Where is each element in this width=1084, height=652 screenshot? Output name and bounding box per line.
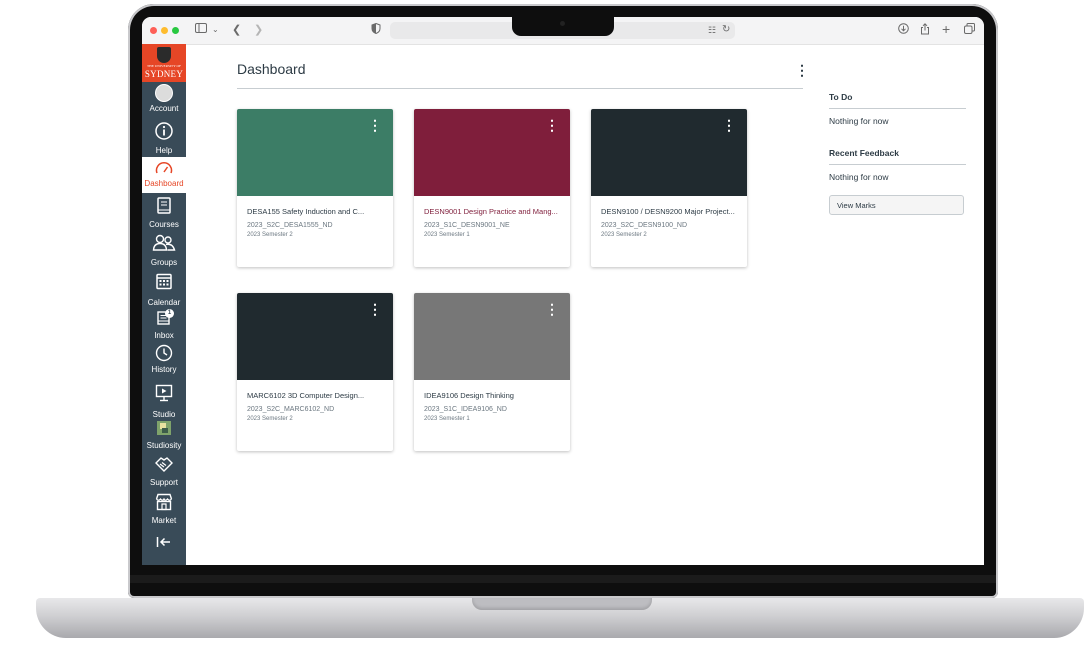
nav-support[interactable]: Support	[142, 456, 186, 492]
kebab-icon[interactable]: ⋮	[367, 302, 383, 316]
nav-support-label: Support	[149, 478, 179, 487]
crest-icon	[157, 47, 171, 63]
course-card-term: 2023 Semester 1	[424, 232, 470, 238]
nav-studiosity[interactable]: Studiosity	[142, 420, 186, 456]
university-logo[interactable]: THE UNIVERSITY OF SYDNEY	[142, 44, 186, 82]
course-card-code: 2023_S2C_MARC6102_ND	[247, 406, 335, 413]
logo-name: SYDNEY	[144, 69, 184, 79]
privacy-shield-icon[interactable]	[371, 22, 381, 38]
view-marks-button[interactable]: View Marks	[829, 195, 964, 215]
course-card-term: 2023 Semester 2	[247, 232, 293, 238]
download-icon[interactable]	[898, 23, 909, 38]
course-card-code: 2023_S2C_DESA1555_ND	[247, 222, 333, 229]
nav-account[interactable]: Account	[142, 82, 186, 117]
kebab-icon[interactable]: ⋮	[544, 302, 560, 316]
course-card[interactable]: ⋮ DESA155 Safety Induction and C... 2023…	[237, 109, 393, 267]
people-icon	[142, 234, 186, 257]
share-icon[interactable]	[920, 23, 930, 39]
todo-empty-text: Nothing for now	[829, 116, 889, 126]
handshake-icon	[142, 456, 186, 479]
nav-help[interactable]: Help	[142, 119, 186, 157]
nav-studiosity-label: Studiosity	[146, 441, 182, 450]
nav-calendar[interactable]: Calendar	[142, 270, 186, 308]
book-icon	[142, 197, 186, 220]
inbox-unread-badge: 1	[165, 309, 174, 318]
nav-dashboard[interactable]: Dashboard	[142, 157, 186, 193]
screen: ⌄ ❮ ❯ ☷ ↻ + THE UNIVERSITY OF SYDNEY Acc…	[142, 17, 984, 565]
camera-notch	[512, 17, 614, 36]
nav-history[interactable]: History	[142, 344, 186, 378]
nav-inbox[interactable]: 1 Inbox	[142, 309, 186, 343]
nav-history-label: History	[151, 365, 177, 374]
store-icon	[142, 493, 186, 516]
course-card[interactable]: ⋮ DESN9100 / DESN9200 Major Project... 2…	[591, 109, 747, 267]
nav-market[interactable]: Market	[142, 493, 186, 530]
course-card-term: 2023 Semester 2	[247, 416, 293, 422]
title-divider	[237, 88, 803, 89]
global-navigation: THE UNIVERSITY OF SYDNEY Account Help Da…	[142, 44, 186, 565]
zoom-window-button[interactable]	[172, 27, 179, 34]
course-card-code: 2023_S1C_DESN9001_NE	[424, 222, 510, 229]
user-avatar-icon	[155, 84, 173, 102]
course-card[interactable]: ⋮ DESN9001 Design Practice and Mang... 2…	[414, 109, 570, 267]
minimize-window-button[interactable]	[161, 27, 168, 34]
todo-heading: To Do	[829, 92, 853, 102]
nav-market-label: Market	[151, 516, 177, 525]
kebab-icon[interactable]: ⋮	[544, 118, 560, 132]
course-card[interactable]: ⋮ IDEA9106 Design Thinking 2023_S1C_IDEA…	[414, 293, 570, 451]
calendar-icon	[142, 272, 186, 295]
nav-dashboard-label: Dashboard	[144, 179, 184, 188]
course-card-title[interactable]: DESA155 Safety Induction and C...	[247, 207, 387, 217]
clock-icon	[142, 344, 186, 367]
nav-account-label: Account	[149, 104, 179, 113]
laptop-lid-notch	[472, 598, 652, 610]
back-icon[interactable]: ❮	[232, 23, 241, 37]
course-card-code: 2023_S1C_IDEA9106_ND	[424, 406, 507, 413]
close-window-button[interactable]	[150, 27, 157, 34]
course-card-title[interactable]: IDEA9106 Design Thinking	[424, 391, 564, 401]
nav-groups-label: Groups	[150, 258, 178, 267]
dashboard-main: Dashboard ⋮ ⋮ DESA155 Safety Induction a…	[186, 44, 984, 565]
nav-studio-label: Studio	[152, 410, 176, 419]
nav-courses[interactable]: Courses	[142, 195, 186, 233]
feedback-empty-text: Nothing for now	[829, 172, 889, 182]
camera-icon	[560, 21, 565, 26]
recent-feedback-heading: Recent Feedback	[829, 148, 899, 158]
new-tab-icon[interactable]: +	[942, 22, 950, 36]
dashboard-options-button[interactable]: ⋮	[795, 62, 809, 78]
studio-icon	[142, 384, 186, 407]
forward-icon[interactable]: ❯	[254, 23, 263, 37]
page-title: Dashboard	[237, 61, 306, 77]
nav-studio[interactable]: Studio	[142, 382, 186, 420]
chevron-down-icon[interactable]: ⌄	[212, 23, 219, 37]
course-card[interactable]: ⋮ MARC6102 3D Computer Design... 2023_S2…	[237, 293, 393, 451]
nav-courses-label: Courses	[149, 220, 179, 229]
laptop-hinge	[130, 575, 996, 583]
course-card-title[interactable]: DESN9100 / DESN9200 Major Project...	[601, 207, 741, 217]
speedometer-icon	[142, 161, 186, 180]
course-card-title[interactable]: MARC6102 3D Computer Design...	[247, 391, 387, 401]
nav-inbox-label: Inbox	[154, 331, 174, 340]
nav-help-label: Help	[155, 146, 173, 155]
collapse-arrow-icon	[142, 535, 186, 554]
todo-divider	[829, 108, 966, 109]
collapse-nav-button[interactable]	[142, 535, 186, 555]
sidebar-toggle-icon[interactable]	[195, 23, 207, 37]
kebab-icon[interactable]: ⋮	[721, 118, 737, 132]
course-card-term: 2023 Semester 2	[601, 232, 647, 238]
reload-icon[interactable]: ↻	[722, 23, 730, 37]
course-card-title[interactable]: DESN9001 Design Practice and Mang...	[424, 207, 564, 217]
nav-groups[interactable]: Groups	[142, 233, 186, 269]
kebab-icon[interactable]: ⋮	[367, 118, 383, 132]
course-card-code: 2023_S2C_DESN9100_ND	[601, 222, 687, 229]
translate-icon[interactable]: ☷	[708, 23, 716, 37]
info-icon	[142, 122, 186, 145]
tab-overview-icon[interactable]	[964, 23, 975, 38]
inbox-icon	[142, 310, 186, 331]
feedback-divider	[829, 164, 966, 165]
studiosity-icon	[142, 420, 186, 441]
course-card-term: 2023 Semester 1	[424, 416, 470, 422]
nav-calendar-label: Calendar	[147, 298, 181, 307]
